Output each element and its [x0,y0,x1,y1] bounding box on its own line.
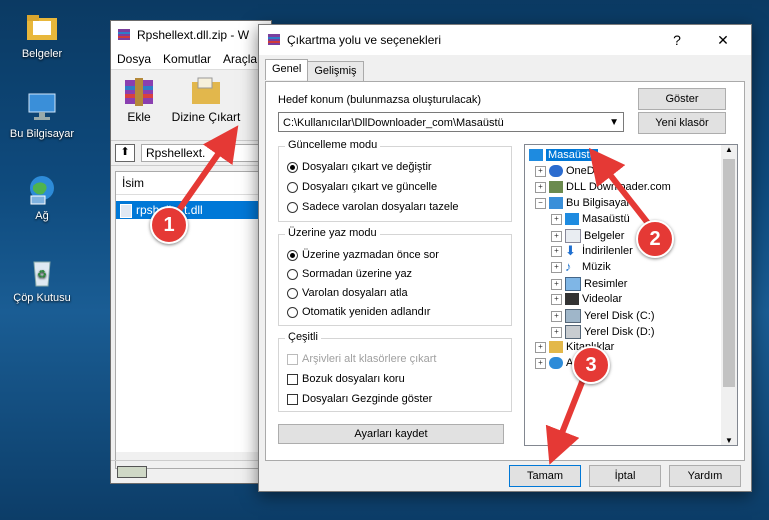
tutorial-arrows [169,125,661,465]
step-badge-2: 2 [636,220,674,258]
step-badge-1: 1 [150,206,188,244]
arrow-to-extract [169,125,239,222]
arrow-to-ok [545,370,589,465]
step-badge-3: 3 [572,346,610,384]
